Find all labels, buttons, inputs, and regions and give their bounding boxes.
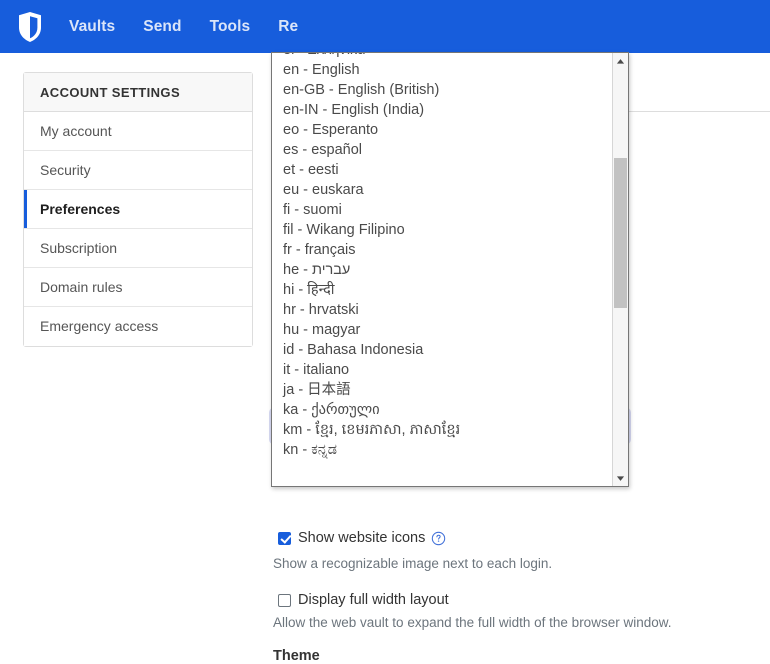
language-option[interactable]: hr - hrvatski [272, 300, 612, 320]
nav-link-reports[interactable]: Re [278, 18, 298, 36]
show-website-icons-checkbox[interactable] [278, 531, 291, 545]
language-option[interactable]: km - ខ្មែរ, ខេមរភាសា, ភាសាខ្មែរ [272, 420, 612, 440]
show-website-icons-label: Show website icons [298, 530, 426, 546]
nav-link-vaults[interactable]: Vaults [69, 18, 115, 36]
full-width-layout-label: Display full width layout [298, 592, 449, 608]
nav-link-tools[interactable]: Tools [210, 18, 251, 36]
language-dropdown-popup: el - Ελληνικά en - English en-GB - Engli… [271, 52, 629, 487]
language-option[interactable]: he - עברית [272, 260, 612, 280]
language-option[interactable]: fr - français [272, 240, 612, 260]
full-width-layout-checkbox[interactable] [278, 593, 291, 607]
show-website-icons-help: Show a recognizable image next to each l… [273, 556, 553, 571]
triangle-up-icon[interactable] [613, 53, 628, 69]
sidebar-item-emergency-access[interactable]: Emergency access [24, 307, 252, 346]
sidebar-heading: ACCOUNT SETTINGS [24, 73, 252, 112]
show-website-icons-row: Show website icons [278, 530, 446, 546]
scrollbar-thumb[interactable] [614, 158, 627, 308]
language-option[interactable]: ja - 日本語 [272, 380, 612, 400]
language-option[interactable]: hu - magyar [272, 320, 612, 340]
top-navigation-bar: Vaults Send Tools Re [0, 0, 770, 53]
language-option[interactable]: es - español [272, 140, 612, 160]
full-width-layout-help: Allow the web vault to expand the full w… [273, 615, 672, 630]
language-option[interactable]: id - Bahasa Indonesia [272, 340, 612, 360]
triangle-down-icon[interactable] [613, 470, 628, 486]
language-option[interactable]: et - eesti [272, 160, 612, 180]
sidebar-item-my-account[interactable]: My account [24, 112, 252, 151]
language-option[interactable]: eu - euskara [272, 180, 612, 200]
language-option[interactable]: fil - Wikang Filipino [272, 220, 612, 240]
nav-link-send[interactable]: Send [143, 18, 181, 36]
language-option[interactable]: en-IN - English (India) [272, 100, 612, 120]
language-option[interactable]: it - italiano [272, 360, 612, 380]
page-body: ACCOUNT SETTINGS My account Security Pre… [0, 52, 770, 664]
language-option[interactable]: kn - ಕನ್ನಡ [272, 440, 612, 460]
question-circle-icon[interactable] [431, 531, 446, 546]
language-option[interactable]: el - Ελληνικά [272, 53, 612, 60]
dropdown-scrollbar[interactable] [612, 53, 628, 486]
bitwarden-shield-icon[interactable] [17, 11, 43, 43]
account-settings-sidebar: ACCOUNT SETTINGS My account Security Pre… [23, 72, 253, 347]
sidebar-item-security[interactable]: Security [24, 151, 252, 190]
language-option[interactable]: en-GB - English (British) [272, 80, 612, 100]
sidebar-item-preferences[interactable]: Preferences [24, 190, 252, 229]
theme-heading: Theme [273, 648, 320, 664]
sidebar-item-domain-rules[interactable]: Domain rules [24, 268, 252, 307]
language-option[interactable]: en - English [272, 60, 612, 80]
language-option-list: el - Ελληνικά en - English en-GB - Engli… [272, 53, 612, 486]
full-width-layout-row: Display full width layout [278, 592, 449, 608]
sidebar-item-subscription[interactable]: Subscription [24, 229, 252, 268]
language-option[interactable]: eo - Esperanto [272, 120, 612, 140]
language-option[interactable]: fi - suomi [272, 200, 612, 220]
language-option[interactable]: hi - हिन्दी [272, 280, 612, 300]
language-option[interactable]: ka - ქართული [272, 400, 612, 420]
